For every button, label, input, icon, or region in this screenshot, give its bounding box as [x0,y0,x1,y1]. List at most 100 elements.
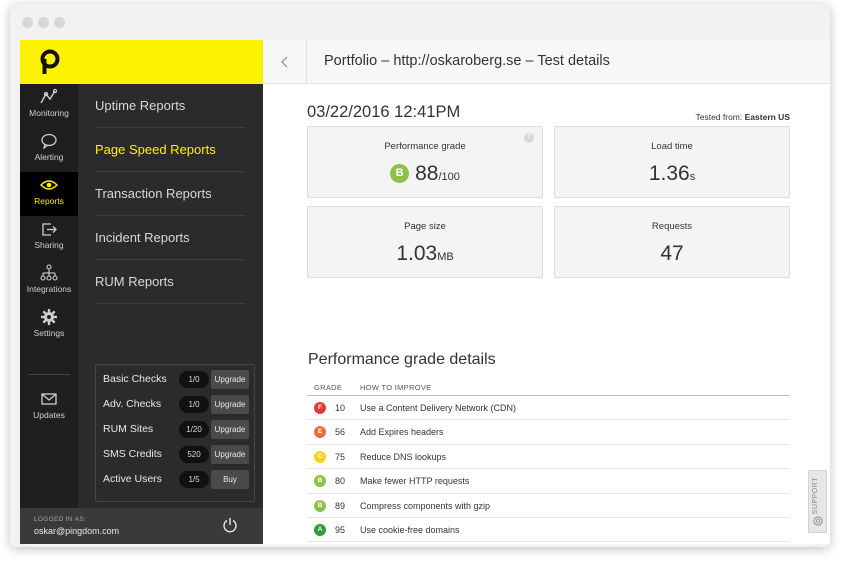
rail-item-label: Reports [34,196,64,206]
quota-label: SMS Credits [103,448,162,460]
page-size-value: 1.03 [396,242,438,265]
rail-divider [28,374,70,375]
grade-score: 75 [335,451,346,462]
requests-value: 47 [660,242,684,265]
improvement-text: Compress components with gzip [360,500,491,511]
window-zoom-dot[interactable] [54,17,65,28]
rail-item-settings[interactable]: Settings [20,304,78,348]
logged-in-user-bar: LOGGED IN AS: oskar@pingdom.com [20,508,263,544]
grade-score: 80 [335,476,346,487]
rail-item-label: Sharing [34,240,64,250]
quota-row: SMS Credits 520 Upgrade [96,443,256,468]
rail-item-label: Integrations [26,284,72,294]
load-time-card: Load time 1.36s [554,126,790,198]
page-size-card: Page size 1.03MB [307,206,543,278]
grade-unit: /100 [438,171,460,183]
quota-count: 520 [179,446,209,463]
quota-row: Adv. Checks 1/0 Upgrade [96,393,256,418]
quota-row: Active Users 1/5 Buy [96,468,256,493]
quota-count: 1/20 [179,421,209,438]
card-label: Performance grade [384,141,466,152]
test-details-panel: 03/22/2016 12:41PM Tested from: Eastern … [263,84,830,544]
grade-score: 95 [335,524,346,535]
upgrade-button[interactable]: Upgrade [211,370,249,389]
table-row: B 89 Compress components with gzip [307,494,790,518]
logo-area[interactable] [20,40,78,84]
quota-count: 1/0 [179,396,209,413]
improvement-text: Add Expires headers [360,427,444,438]
subnav-item-rum-reports[interactable]: RUM Reports [95,260,245,304]
quota-label: Basic Checks [103,373,167,385]
improvement-text: Reduce DNS lookups [360,451,447,462]
rail-item-label: Alerting [34,152,64,162]
grade-details-title: Performance grade details [308,351,496,368]
grade-score: 89 [335,500,346,511]
window-titlebar [10,4,830,40]
envelope-icon [41,393,57,405]
pingdom-logo [40,49,60,74]
rail-item-reports[interactable]: Reports [20,172,78,216]
tested-from-location: Eastern US [744,112,790,122]
user-email: oskar@pingdom.com [34,526,120,536]
quota-count: 1/5 [179,471,209,488]
content-header: Portfolio – http://oskaroberg.se – Test … [263,40,830,84]
rail-item-sharing[interactable]: Sharing [20,216,78,260]
app-window: Monitoring Alerting Reports Sharing Inte… [10,4,830,547]
tested-from: Tested from: Eastern US [695,112,790,122]
gear-icon [41,309,57,325]
back-chevron-icon[interactable] [279,54,291,70]
subnav-item-uptime-reports[interactable]: Uptime Reports [95,84,245,128]
subnav-header [78,40,263,84]
requests-card: Requests 47 [554,206,790,278]
reports-subnav: Uptime Reports Page Speed Reports Transa… [78,40,263,544]
test-datetime: 03/22/2016 12:41PM [307,103,461,121]
card-label: Page size [404,221,446,232]
rail-item-integrations[interactable]: Integrations [20,260,78,304]
grade-badge: F [314,402,326,414]
table-header: GRADE HOW TO IMPROVE [307,380,790,396]
subnav-item-incident-reports[interactable]: Incident Reports [95,216,245,260]
rail-item-label: Updates [33,410,65,420]
subnav-item-transaction-reports[interactable]: Transaction Reports [95,172,245,216]
table-row: C 75 Reduce DNS lookups [307,445,790,470]
card-value: 1.36s [555,162,789,186]
tested-from-label: Tested from: [695,112,743,122]
column-header-how-to-improve: HOW TO IMPROVE [360,383,432,392]
upgrade-button[interactable]: Upgrade [211,420,249,439]
upgrade-button[interactable]: Upgrade [211,445,249,464]
rail-item-alerting[interactable]: Alerting [20,128,78,172]
grade-details-table: GRADE HOW TO IMPROVE F 10 Use a Content De… [307,380,790,544]
upgrade-button[interactable]: Upgrade [211,395,249,414]
table-row: A 95 Use cookie-free domains [307,518,790,543]
table-row: A100Configure entity tags (ETags) [307,542,790,544]
app: Monitoring Alerting Reports Sharing Inte… [20,40,830,544]
rail-item-updates[interactable]: Updates [20,386,78,430]
integrations-icon [40,264,58,281]
table-row: B 80 Make fewer HTTP requests [307,469,790,494]
quota-label: Adv. Checks [103,398,162,410]
window-minimize-dot[interactable] [38,17,49,28]
speech-bubble-icon [41,133,57,150]
rail-item-monitoring[interactable]: Monitoring [20,84,78,128]
subnav-item-page-speed-reports[interactable]: Page Speed Reports [95,128,245,172]
rail-item-label: Settings [33,328,65,338]
card-value: B 88/100 [308,162,542,186]
eye-icon [40,180,58,190]
table-row: F 10 Use a Content Delivery Network (CDN) [307,396,790,421]
support-label: SUPPORT [812,477,819,515]
quota-label: Active Users [103,473,162,485]
window-close-dot[interactable] [22,17,33,28]
quota-row: RUM Sites 1/20 Upgrade [96,418,256,443]
card-value: 1.03MB [308,242,542,266]
improvement-text: Use cookie-free domains [360,524,460,535]
card-label: Requests [651,221,693,232]
quota-label: RUM Sites [103,423,154,435]
support-tab[interactable]: SUPPORT [808,470,827,533]
buy-button[interactable]: Buy [211,470,249,489]
grade-badge: B [390,164,410,183]
monitoring-icon [40,88,58,104]
power-icon[interactable] [222,517,238,533]
column-header-grade: GRADE [314,383,343,392]
grade-badge: B [314,499,326,512]
card-label: Load time [651,141,693,152]
